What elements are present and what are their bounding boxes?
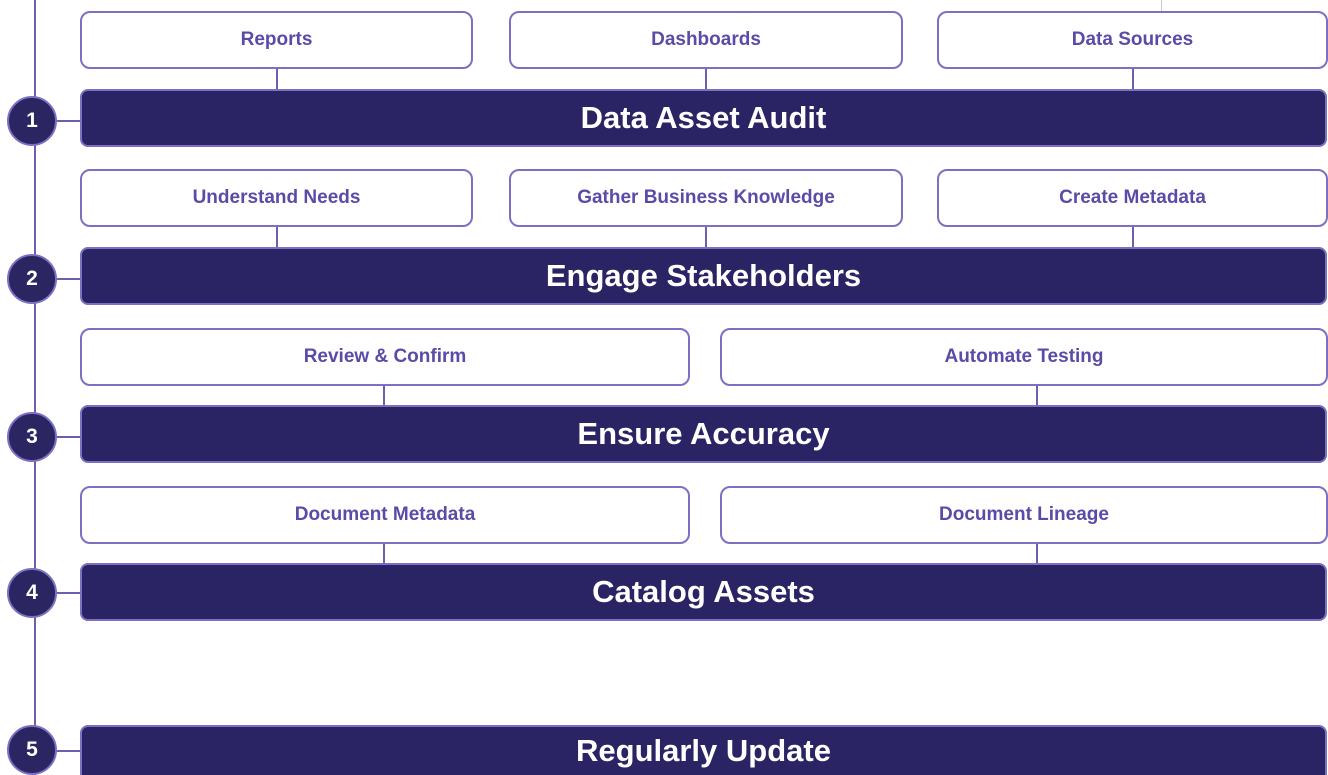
task-connector <box>1132 227 1134 247</box>
task-connector <box>1036 386 1038 406</box>
task-review-confirm: Review & Confirm <box>80 328 690 386</box>
task-reports: Reports <box>80 11 473 69</box>
task-understand-needs: Understand Needs <box>80 169 473 227</box>
task-connector <box>1132 69 1134 89</box>
task-dashboards: Dashboards <box>509 11 903 69</box>
badge-connector <box>55 592 81 594</box>
task-document-metadata: Document Metadata <box>80 486 690 544</box>
badge-connector <box>55 120 81 122</box>
step-badge-3: 3 <box>7 412 57 462</box>
step-badge-2: 2 <box>7 254 57 304</box>
stage-catalog-assets: Catalog Assets <box>80 563 1327 621</box>
task-connector <box>705 227 707 247</box>
task-gather-business-knowledge: Gather Business Knowledge <box>509 169 903 227</box>
task-connector <box>276 227 278 247</box>
stage-regularly-update: Regularly Update <box>80 725 1327 775</box>
task-automate-testing: Automate Testing <box>720 328 1328 386</box>
badge-connector <box>55 278 81 280</box>
task-document-lineage: Document Lineage <box>720 486 1328 544</box>
step-badge-5: 5 <box>7 725 57 775</box>
step-badge-4: 4 <box>7 568 57 618</box>
task-data-sources: Data Sources <box>937 11 1328 69</box>
stage-engage-stakeholders: Engage Stakeholders <box>80 247 1327 305</box>
stage-data-asset-audit: Data Asset Audit <box>80 89 1327 147</box>
badge-connector <box>55 436 81 438</box>
stage-ensure-accuracy: Ensure Accuracy <box>80 405 1327 463</box>
task-connector <box>383 386 385 406</box>
task-connector <box>1036 544 1038 564</box>
task-connector <box>383 544 385 564</box>
task-connector <box>276 69 278 89</box>
step-badge-1: 1 <box>7 96 57 146</box>
task-create-metadata: Create Metadata <box>937 169 1328 227</box>
task-connector <box>705 69 707 89</box>
badge-connector <box>55 750 81 752</box>
